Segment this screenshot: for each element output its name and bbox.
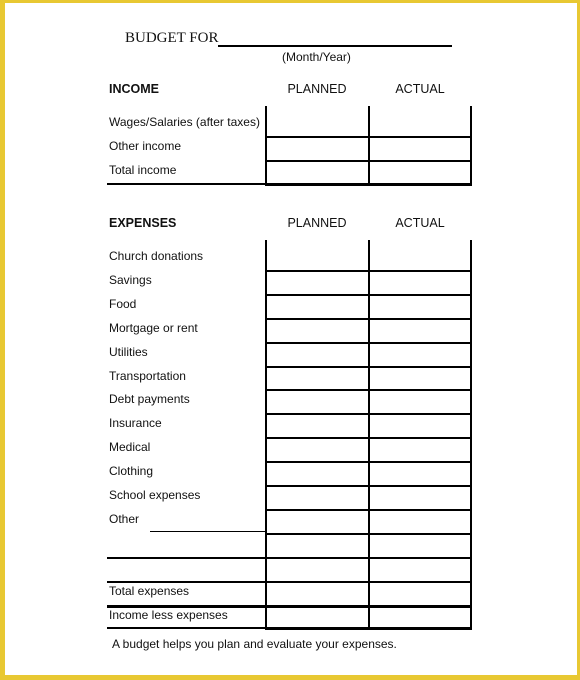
row-label: Utilities xyxy=(109,344,148,359)
actual-cell[interactable] xyxy=(370,318,470,342)
planned-cell[interactable] xyxy=(267,557,368,581)
other-write-in-line[interactable] xyxy=(150,531,265,532)
planned-cell[interactable] xyxy=(267,581,368,605)
planned-cell[interactable] xyxy=(267,112,368,136)
row-divider xyxy=(265,389,472,391)
row-label: Mortgage or rent xyxy=(109,320,198,335)
row-divider xyxy=(265,461,472,463)
row-divider xyxy=(265,366,472,368)
row-divider xyxy=(107,581,472,583)
row-label: School expenses xyxy=(109,488,201,502)
row-label: Debt payments xyxy=(109,392,190,407)
footer-note: A budget helps you plan and evaluate you… xyxy=(112,637,397,651)
row-label: Total expenses xyxy=(109,583,190,598)
actual-cell[interactable] xyxy=(370,533,470,557)
planned-cell[interactable] xyxy=(267,318,368,342)
table-right-border xyxy=(470,240,472,629)
planned-cell[interactable] xyxy=(267,485,368,509)
actual-cell[interactable] xyxy=(370,509,470,533)
row-divider xyxy=(265,136,472,138)
actual-cell[interactable] xyxy=(370,581,470,605)
row-label: Food xyxy=(109,296,137,311)
planned-cell[interactable] xyxy=(267,413,368,437)
expenses-heading: EXPENSES xyxy=(109,216,177,230)
planned-cell[interactable] xyxy=(267,294,368,318)
income-planned-header: PLANNED xyxy=(287,82,347,96)
actual-cell[interactable] xyxy=(370,246,470,270)
row-label: Income less expenses xyxy=(109,607,228,622)
actual-cell[interactable] xyxy=(370,160,470,184)
row-divider xyxy=(107,557,472,559)
actual-cell[interactable] xyxy=(370,413,470,437)
row-divider xyxy=(265,342,472,344)
row-label: Insurance xyxy=(109,416,162,431)
planned-cell[interactable] xyxy=(267,160,368,184)
row-divider xyxy=(265,533,472,535)
row-label: Wages/Salaries (after taxes) xyxy=(109,115,260,129)
planned-cell[interactable] xyxy=(267,389,368,413)
month-year-blank[interactable] xyxy=(218,45,452,47)
row-divider xyxy=(265,160,472,162)
planned-cell[interactable] xyxy=(267,437,368,461)
row-label: Other income xyxy=(109,139,182,153)
row-divider xyxy=(265,270,472,272)
planned-cell[interactable] xyxy=(267,605,368,629)
row-divider xyxy=(265,437,472,439)
actual-cell[interactable] xyxy=(370,485,470,509)
actual-cell[interactable] xyxy=(370,342,470,366)
planned-cell[interactable] xyxy=(267,366,368,390)
row-divider xyxy=(265,509,472,511)
row-divider xyxy=(107,605,472,608)
table-right-border xyxy=(470,106,472,184)
row-divider xyxy=(265,485,472,487)
income-actual-header: ACTUAL xyxy=(395,82,445,96)
row-divider xyxy=(265,294,472,296)
actual-cell[interactable] xyxy=(370,366,470,390)
row-label: Savings xyxy=(109,272,152,287)
actual-cell[interactable] xyxy=(370,270,470,294)
planned-cell[interactable] xyxy=(267,533,368,557)
expenses-actual-header: ACTUAL xyxy=(395,216,445,230)
row-label: Church donations xyxy=(109,249,204,263)
income-heading: INCOME xyxy=(109,82,159,96)
row-label: Total income xyxy=(109,163,177,177)
actual-cell[interactable] xyxy=(370,389,470,413)
expenses-planned-header: PLANNED xyxy=(287,216,347,230)
planned-cell[interactable] xyxy=(267,270,368,294)
actual-cell[interactable] xyxy=(370,136,470,160)
planned-cell[interactable] xyxy=(267,246,368,270)
table-bottom-border xyxy=(265,627,472,630)
total-underline xyxy=(107,183,265,185)
page-title: BUDGET FOR xyxy=(125,30,219,46)
planned-cell[interactable] xyxy=(267,461,368,485)
planned-cell[interactable] xyxy=(267,509,368,533)
row-label: Other xyxy=(109,511,140,526)
planned-cell[interactable] xyxy=(267,136,368,160)
row-label: Medical xyxy=(109,440,151,455)
planned-cell[interactable] xyxy=(267,342,368,366)
row-label: Transportation xyxy=(109,368,186,383)
row-divider xyxy=(265,318,472,320)
row-divider xyxy=(265,413,472,415)
income-less-underline xyxy=(107,627,265,629)
table-bottom-border xyxy=(265,183,472,186)
actual-cell[interactable] xyxy=(370,461,470,485)
actual-cell[interactable] xyxy=(370,294,470,318)
actual-cell[interactable] xyxy=(370,112,470,136)
actual-cell[interactable] xyxy=(370,437,470,461)
actual-cell[interactable] xyxy=(370,605,470,629)
row-label: Clothing xyxy=(109,464,154,479)
actual-cell[interactable] xyxy=(370,557,470,581)
month-year-caption: (Month/Year) xyxy=(282,50,351,64)
